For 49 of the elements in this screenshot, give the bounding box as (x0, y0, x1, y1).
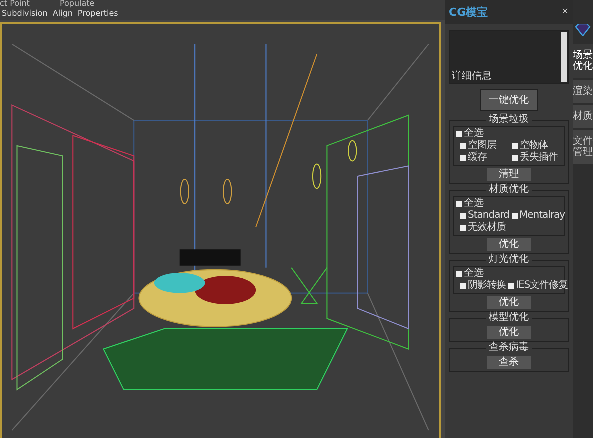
scrollbar[interactable] (561, 32, 567, 82)
checkbox-icon[interactable] (512, 155, 518, 161)
option-checkbox[interactable]: Mentalray (512, 210, 566, 222)
panel-title: CG模宝 (449, 4, 488, 20)
group-title: 模型优化 (486, 312, 532, 324)
action-button[interactable]: 优化 (487, 326, 531, 339)
checkbox-icon[interactable] (460, 155, 466, 161)
checkbox-icon[interactable] (456, 131, 462, 137)
side-tab[interactable]: 场景优化 (573, 44, 593, 78)
info-label: 详细信息 (451, 70, 493, 83)
menu-item[interactable]: Subdivision (2, 8, 48, 20)
option-checkbox[interactable]: IES文件修复 (508, 280, 568, 292)
option-checkbox[interactable]: 丢失插件 (512, 152, 562, 164)
close-button[interactable]: × (561, 7, 569, 17)
group-title: 查杀病毒 (486, 342, 532, 354)
group-title: 场景垃圾 (486, 114, 532, 126)
checkbox-icon[interactable] (460, 283, 466, 289)
checkbox-icon[interactable] (508, 283, 514, 289)
option-checkbox[interactable]: Standard (460, 210, 510, 222)
select-all-checkbox[interactable]: 全选 (456, 268, 562, 280)
action-button[interactable]: 清理 (487, 168, 531, 181)
checkbox-icon[interactable] (460, 213, 466, 219)
action-button[interactable]: 优化 (487, 238, 531, 251)
checkbox-icon[interactable] (460, 225, 466, 231)
option-checkbox[interactable]: 缓存 (460, 152, 510, 164)
group-title: 材质优化 (486, 184, 532, 196)
diamond-icon (575, 24, 591, 36)
side-tab[interactable]: 材质 (573, 105, 593, 128)
menu-item[interactable]: ct Point (0, 0, 30, 8)
checkbox-icon[interactable] (456, 201, 462, 207)
option-checkbox[interactable]: 空图层 (460, 140, 510, 152)
menu-item[interactable]: Populate (60, 0, 95, 8)
one-click-optimize-button[interactable]: 一键优化 (480, 89, 538, 111)
select-all-checkbox[interactable]: 全选 (456, 128, 562, 140)
side-tab[interactable]: 文件管理 (573, 130, 593, 164)
checkbox-icon[interactable] (512, 143, 518, 149)
group-title: 灯光优化 (486, 254, 532, 266)
option-checkbox[interactable]: 阴影转换 (460, 280, 506, 292)
checkbox-icon[interactable] (456, 271, 462, 277)
menu-item[interactable]: Align (52, 8, 73, 20)
action-button[interactable]: 查杀 (487, 356, 531, 369)
option-checkbox[interactable]: 空物体 (512, 140, 562, 152)
action-button[interactable]: 优化 (487, 296, 531, 309)
side-tab[interactable]: 渲染 (573, 80, 593, 103)
menu-item[interactable]: Properties (78, 8, 118, 20)
select-all-checkbox[interactable]: 全选 (456, 198, 562, 210)
checkbox-icon[interactable] (460, 143, 466, 149)
option-checkbox[interactable]: 无效材质 (460, 222, 510, 234)
checkbox-icon[interactable] (512, 213, 518, 219)
